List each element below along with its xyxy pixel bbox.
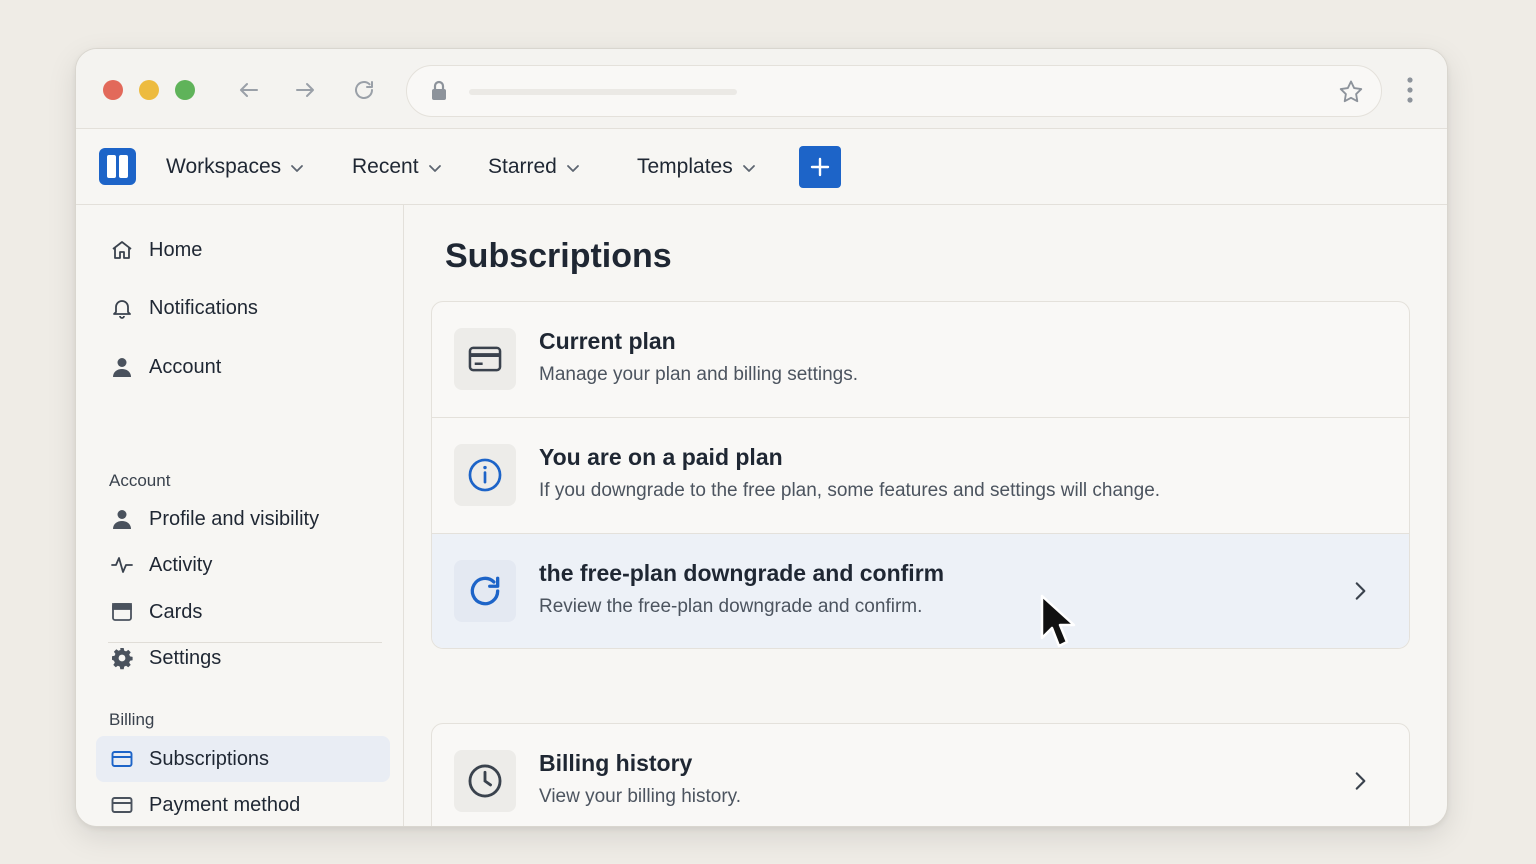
maximize-window-button[interactable] — [175, 80, 195, 100]
app-header: Workspaces Recent Starred Templates — [76, 129, 1447, 205]
credit-card-icon — [111, 751, 133, 767]
nav-menu-recent[interactable]: Recent — [352, 153, 443, 181]
sidebar-section-heading: Account — [109, 471, 171, 490]
paid-plan-info-row: You are on a paid plan If you downgrade … — [432, 417, 1409, 533]
browser-menu-button[interactable] — [1395, 75, 1425, 105]
row-description: Review the free-plan downgrade and confi… — [539, 596, 923, 617]
card-icon — [112, 603, 132, 621]
row-title: the free-plan downgrade and confirm — [539, 560, 945, 586]
sidebar-item-label: Payment method — [149, 793, 301, 816]
chevron-down-icon — [566, 165, 579, 172]
browser-window: Workspaces Recent Starred Templates Home… — [75, 48, 1448, 827]
clock-icon — [468, 764, 502, 798]
arrow-right-icon — [296, 83, 314, 97]
sidebar-item-subscriptions[interactable]: Subscriptions — [96, 736, 390, 782]
nav-menu-workspaces[interactable]: Workspaces — [166, 153, 305, 181]
more-vertical-icon — [1407, 77, 1413, 103]
sidebar-item-label: Settings — [149, 646, 222, 669]
sidebar-divider — [108, 642, 382, 643]
sidebar-item-activity[interactable]: Activity — [96, 542, 390, 588]
arrow-left-icon — [240, 83, 258, 97]
home-icon — [112, 241, 132, 259]
row-description: Manage your plan and billing settings. — [539, 364, 858, 385]
info-icon — [468, 458, 502, 492]
nav-menu-label: Workspaces — [166, 155, 282, 178]
url-placeholder — [469, 89, 737, 95]
sidebar-item-label: Cards — [149, 600, 203, 623]
nav-menu-label: Starred — [488, 155, 557, 178]
create-button[interactable] — [799, 146, 841, 188]
address-bar[interactable] — [406, 65, 1382, 117]
row-title: Current plan — [539, 328, 676, 354]
nav-menu-label: Recent — [352, 155, 419, 178]
billing-history-row[interactable]: Billing history View your billing histor… — [432, 724, 1409, 826]
chevron-down-icon — [742, 165, 755, 172]
sidebar-item-account[interactable]: Account — [96, 344, 390, 390]
browser-toolbar — [76, 49, 1447, 129]
person-icon — [113, 510, 131, 529]
plus-icon — [810, 157, 830, 177]
sidebar-item-profile-visibility[interactable]: Profile and visibility — [96, 496, 390, 542]
row-description: View your billing history. — [539, 786, 742, 807]
downgrade-row[interactable]: the free-plan downgrade and confirm Revi… — [432, 533, 1409, 648]
sidebar-item-cards[interactable]: Cards — [96, 589, 390, 635]
sidebar-item-label: Subscriptions — [149, 747, 270, 770]
credit-card-icon — [468, 346, 502, 372]
credit-card-icon — [111, 797, 133, 813]
reload-icon — [355, 81, 373, 99]
mouse-cursor-icon — [1040, 594, 1076, 648]
close-window-button[interactable] — [103, 80, 123, 100]
nav-menu-starred[interactable]: Starred — [488, 153, 581, 181]
activity-icon — [111, 557, 133, 573]
sidebar-item-label: Home — [149, 238, 203, 261]
bell-icon — [113, 300, 131, 319]
sidebar-item-label: Account — [149, 355, 222, 378]
main-content: Subscriptions Current plan Manage your p… — [405, 205, 1447, 826]
person-icon — [113, 358, 131, 377]
sidebar-item-notifications[interactable]: Notifications — [96, 285, 390, 331]
app-logo[interactable] — [99, 148, 136, 185]
lock-icon — [432, 80, 446, 100]
chevron-right-icon — [1355, 772, 1366, 790]
row-description: If you downgrade to the free plan, some … — [539, 480, 1161, 501]
chevron-right-icon — [1355, 582, 1366, 600]
row-title: Billing history — [539, 750, 693, 776]
billing-history-card[interactable]: Billing history View your billing histor… — [431, 723, 1410, 826]
sidebar-item-home[interactable]: Home — [96, 227, 390, 273]
minimize-window-button[interactable] — [139, 80, 159, 100]
plan-card: Current plan Manage your plan and billin… — [431, 301, 1410, 649]
sidebar-item-label: Activity — [149, 553, 213, 576]
refresh-icon — [470, 576, 500, 606]
current-plan-row: Current plan Manage your plan and billin… — [432, 302, 1409, 418]
forward-button[interactable] — [290, 75, 320, 105]
sidebar-item-label: Notifications — [149, 296, 258, 319]
sidebar: Home Notifications Account Account Profi… — [76, 205, 404, 826]
chevron-down-icon — [428, 165, 441, 172]
sidebar-item-label: Profile and visibility — [149, 507, 320, 530]
star-icon[interactable] — [1337, 78, 1365, 106]
reload-button[interactable] — [349, 75, 379, 105]
page-title: Subscriptions — [445, 237, 672, 275]
back-button[interactable] — [234, 75, 264, 105]
row-title: You are on a paid plan — [539, 444, 783, 470]
chevron-down-icon — [291, 165, 304, 172]
sidebar-section-heading: Billing — [109, 710, 155, 729]
nav-menu-templates[interactable]: Templates — [637, 153, 757, 181]
gear-icon — [112, 648, 133, 670]
sidebar-item-payment-method[interactable]: Payment method — [96, 782, 390, 826]
nav-menu-label: Templates — [637, 155, 733, 178]
